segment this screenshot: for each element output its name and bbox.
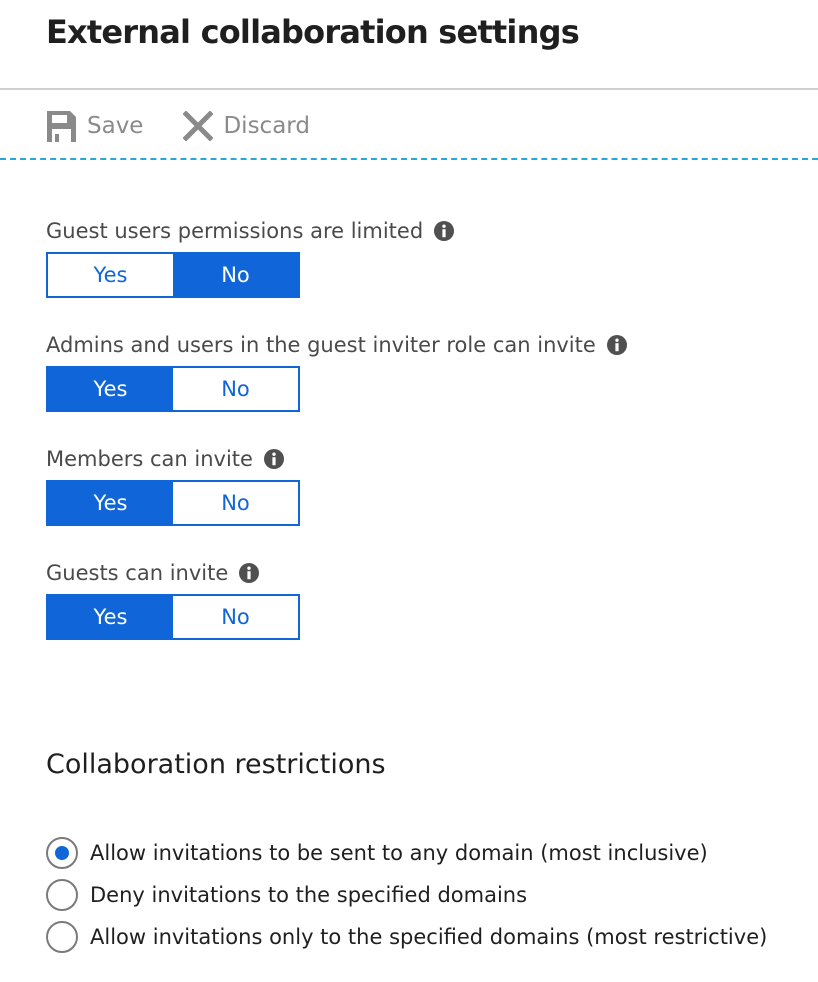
toggle-option-yes[interactable]: Yes [48, 596, 173, 638]
title-divider [0, 88, 818, 90]
radio-allow-any-domain[interactable]: Allow invitations to be sent to any doma… [46, 832, 767, 874]
toolbar-divider [0, 158, 818, 160]
collaboration-restrictions-radio-group: Allow invitations to be sent to any doma… [46, 832, 767, 958]
radio-allow-only-specified-domains[interactable]: Allow invitations only to the specified … [46, 916, 767, 958]
toggle-guest-permissions-limited: Yes No [46, 252, 300, 298]
radio-label: Allow invitations only to the specified … [90, 925, 768, 949]
radio-button[interactable] [46, 879, 78, 911]
radio-button[interactable] [46, 837, 78, 869]
info-icon[interactable] [238, 562, 260, 584]
setting-admins-guest-inviter-can-invite: Admins and users in the guest inviter ro… [46, 330, 628, 412]
save-button[interactable]: Save [46, 110, 143, 143]
save-icon [46, 110, 77, 143]
discard-button[interactable]: Discard [183, 111, 310, 141]
setting-label: Members can invite [46, 447, 253, 471]
info-icon[interactable] [433, 220, 455, 242]
info-icon[interactable] [606, 334, 628, 356]
setting-label: Guest users permissions are limited [46, 219, 424, 243]
setting-members-can-invite: Members can invite Yes No [46, 444, 300, 526]
radio-label: Allow invitations to be sent to any doma… [90, 841, 708, 865]
command-bar: Save Discard [46, 106, 310, 146]
info-icon[interactable] [263, 448, 285, 470]
radio-selected-dot [55, 846, 69, 860]
radio-label: Deny invitations to the specified domain… [90, 883, 528, 907]
toggle-option-yes[interactable]: Yes [48, 482, 173, 524]
setting-guest-permissions-limited: Guest users permissions are limited Yes … [46, 216, 455, 298]
toggle-option-no[interactable]: No [173, 368, 298, 410]
toggle-option-no[interactable]: No [173, 482, 298, 524]
toggle-admins-guest-inviter-can-invite: Yes No [46, 366, 300, 412]
toggle-guests-can-invite: Yes No [46, 594, 300, 640]
radio-deny-specified-domains[interactable]: Deny invitations to the specified domain… [46, 874, 767, 916]
collaboration-restrictions-title: Collaboration restrictions [46, 749, 386, 780]
setting-label: Admins and users in the guest inviter ro… [46, 333, 596, 357]
toggle-members-can-invite: Yes No [46, 480, 300, 526]
toggle-option-yes[interactable]: Yes [48, 254, 173, 296]
toggle-option-no[interactable]: No [173, 596, 298, 638]
discard-button-label: Discard [223, 113, 310, 139]
setting-label: Guests can invite [46, 561, 229, 585]
toggle-option-yes[interactable]: Yes [48, 368, 173, 410]
toggle-option-no[interactable]: No [173, 254, 298, 296]
save-button-label: Save [87, 113, 144, 139]
setting-guests-can-invite: Guests can invite Yes No [46, 558, 300, 640]
radio-button[interactable] [46, 921, 78, 953]
close-icon [183, 111, 214, 141]
page-title: External collaboration settings [46, 13, 580, 51]
